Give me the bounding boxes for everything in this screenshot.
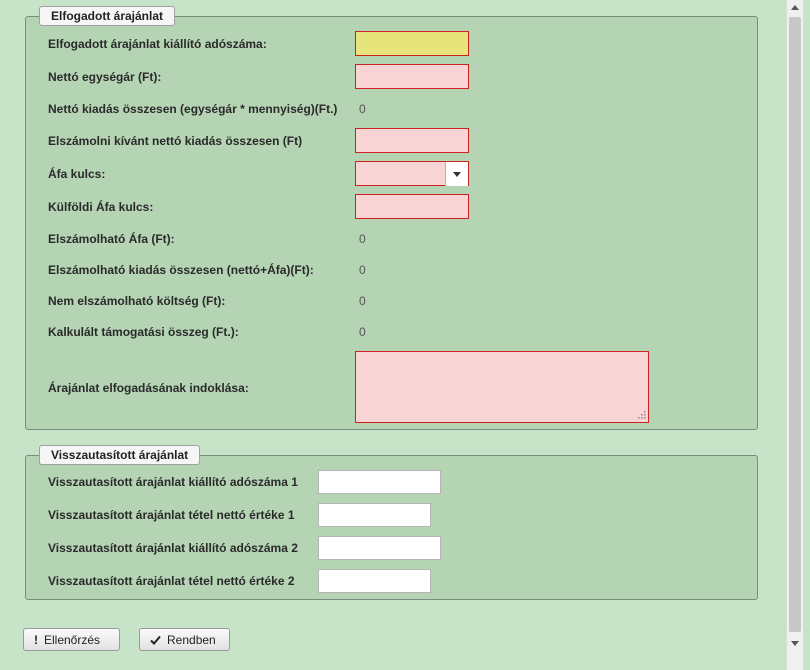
exclamation-icon: ! [34,632,38,647]
calculated-support-value: 0 [359,325,366,339]
rejected-tax-id-1-label: Visszautasított árajánlat kiállító adósz… [48,475,298,489]
rejected-net-value-1-label: Visszautasított árajánlat tétel nettó ér… [48,508,295,522]
foreign-vat-rate-input[interactable] [355,194,469,219]
non-eligible-cost-value: 0 [359,294,366,308]
net-total-label: Nettó kiadás összesen (egységár * mennyi… [48,102,338,116]
eligible-vat-value: 0 [359,232,366,246]
check-button[interactable]: ! Ellenőrzés [23,628,120,651]
rejected-quote-legend: Visszautasított árajánlat [39,445,201,465]
non-eligible-cost-label: Nem elszámolható költség (Ft): [48,294,226,308]
vat-rate-select[interactable] [355,161,469,186]
eligible-vat-label: Elszámolható Áfa (Ft): [48,232,175,246]
justification-textarea[interactable] [355,351,649,423]
eligible-total-label: Elszámolható kiadás összesen (nettó+Áfa)… [48,263,314,277]
chevron-down-icon [453,171,461,177]
claimed-net-total-label: Elszámolni kívánt nettó kiadás összesen … [48,134,303,148]
scroll-down-icon[interactable] [791,641,799,646]
accepted-quote-legend: Elfogadott árajánlat [39,6,176,26]
justification-label: Árajánlat elfogadásának indoklása: [48,381,249,395]
checkmark-icon [150,635,161,645]
ok-button[interactable]: Rendben [139,628,230,651]
vat-rate-dropdown-button[interactable] [445,162,468,186]
vertical-scrollbar[interactable] [786,0,803,670]
rejected-tax-id-2-label: Visszautasított árajánlat kiállító adósz… [48,541,298,555]
eligible-total-value: 0 [359,263,366,277]
rejected-net-value-2-label: Visszautasított árajánlat tétel nettó ér… [48,574,295,588]
net-unit-price-label: Nettó egységár (Ft): [48,70,162,84]
rejected-tax-id-2-input[interactable] [318,536,441,560]
net-total-value: 0 [359,102,366,116]
scroll-up-icon[interactable] [791,5,799,10]
net-unit-price-input[interactable] [355,64,469,89]
vat-rate-label: Áfa kulcs: [48,167,106,181]
calculated-support-label: Kalkulált támogatási összeg (Ft.): [48,325,239,339]
rejected-tax-id-1-input[interactable] [318,470,441,494]
resize-grip-icon[interactable] [636,409,646,419]
foreign-vat-rate-label: Külföldi Áfa kulcs: [48,200,154,214]
accepted-tax-id-label: Elfogadott árajánlat kiállító adószáma: [48,37,267,51]
accepted-tax-id-input[interactable] [355,31,469,56]
check-button-label: Ellenőrzés [44,632,101,647]
scroll-thumb[interactable] [789,17,801,632]
rejected-net-value-1-input[interactable] [318,503,431,527]
claimed-net-total-input[interactable] [355,128,469,153]
rejected-net-value-2-input[interactable] [318,569,431,593]
ok-button-label: Rendben [167,632,216,647]
